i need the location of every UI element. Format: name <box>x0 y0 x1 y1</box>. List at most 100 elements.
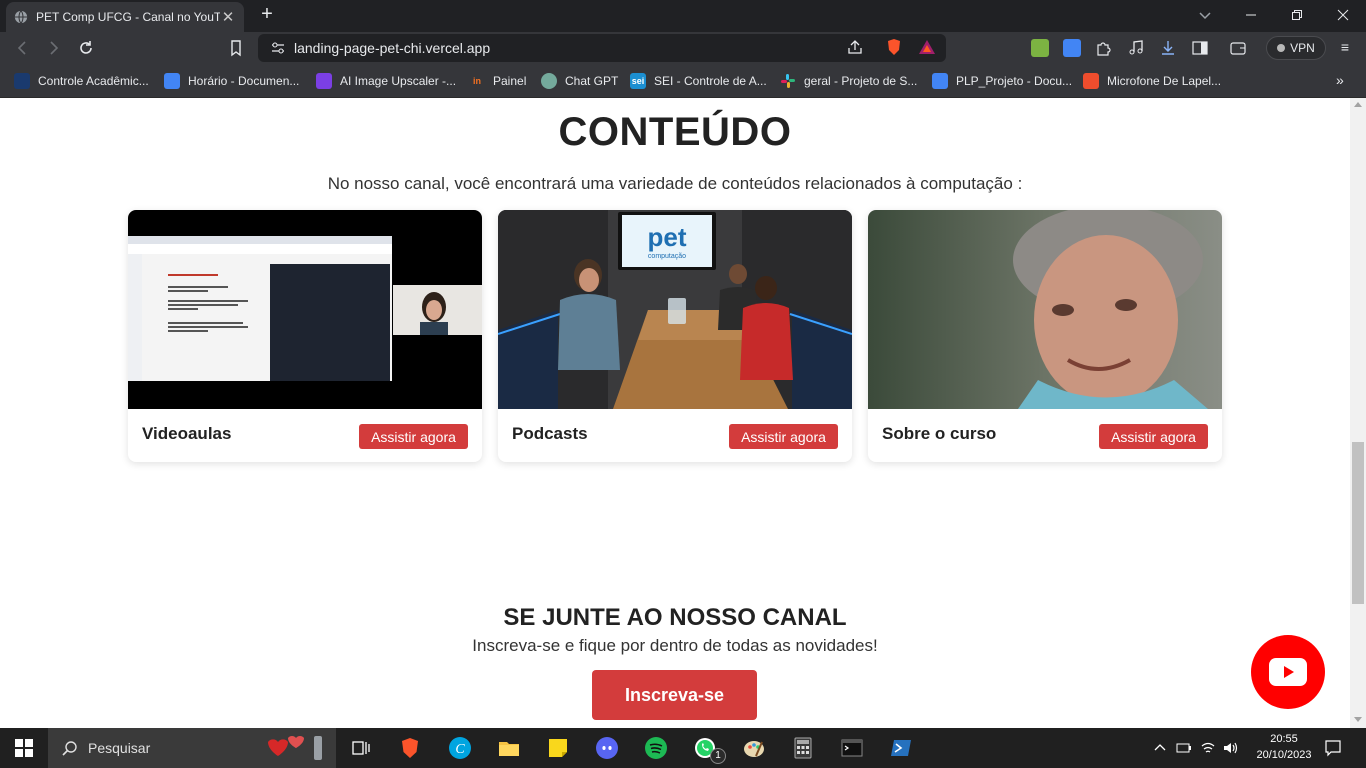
whatsapp-badge: 1 <box>710 748 726 764</box>
screen: PET Comp UFCG - Canal no YouTube ✕ + lan… <box>0 0 1366 768</box>
card-podcasts: pet computação Podcasts Assistir agora <box>498 210 852 462</box>
battery-icon[interactable] <box>1176 740 1192 756</box>
shopee-icon <box>1083 73 1099 89</box>
new-tab-button[interactable]: + <box>256 4 278 26</box>
watch-now-button[interactable]: Assistir agora <box>729 424 838 449</box>
upscaler-icon <box>316 73 332 89</box>
watch-now-button[interactable]: Assistir agora <box>359 424 468 449</box>
back-icon[interactable] <box>12 38 32 58</box>
translate-icon[interactable] <box>1063 39 1081 57</box>
spotify-icon[interactable] <box>644 736 668 760</box>
scroll-up-icon[interactable] <box>1354 102 1362 107</box>
brave-shields-icon[interactable] <box>885 38 903 56</box>
chevron-down-icon[interactable] <box>1196 6 1214 24</box>
restore-button[interactable] <box>1274 0 1320 30</box>
bookmark-icon[interactable] <box>226 38 246 58</box>
card-label: Sobre o curso <box>882 424 997 443</box>
download-icon[interactable] <box>1159 39 1177 57</box>
youtube-icon <box>1269 658 1307 686</box>
address-bar[interactable]: landing-page-pet-chi.vercel.app <box>258 34 946 62</box>
chatgpt-icon <box>541 73 557 89</box>
youtube-floating-button[interactable] <box>1251 635 1325 709</box>
bookmark-chatgpt[interactable]: Chat GPT <box>541 72 618 90</box>
system-clock[interactable]: 20:55 20/10/2023 <box>1256 731 1312 763</box>
close-window-button[interactable] <box>1320 0 1366 30</box>
bookmark-label: Chat GPT <box>565 74 619 88</box>
podcasts-thumbnail[interactable]: pet computação <box>498 210 852 409</box>
bookmark-sei[interactable]: sei SEI - Controle de A... <box>630 72 767 90</box>
bookmark-geral-slack[interactable]: geral - Projeto de S... <box>780 72 917 90</box>
sidebar-icon[interactable] <box>1191 39 1209 57</box>
taskbar: Pesquisar C 1 20:55 20/10/2023 <box>0 728 1366 768</box>
brave-rewards-icon[interactable] <box>918 38 936 56</box>
task-view-icon[interactable] <box>349 736 373 760</box>
bookmark-controle-academico[interactable]: Controle Acadêmic... <box>14 72 149 90</box>
powershell-icon[interactable] <box>889 736 913 760</box>
share-icon[interactable] <box>846 38 864 56</box>
section-title: CONTEÚDO <box>558 110 792 154</box>
web-page: CONTEÚDO No nosso canal, você encontrará… <box>0 98 1350 728</box>
subscribe-button[interactable]: Inscreva-se <box>592 670 757 720</box>
canva-icon[interactable]: C <box>448 736 472 760</box>
volume-icon[interactable] <box>1222 740 1238 756</box>
vpn-label: VPN <box>1290 41 1315 55</box>
close-tab-icon[interactable]: ✕ <box>220 8 236 26</box>
search-icon <box>62 741 77 756</box>
reload-icon[interactable] <box>76 38 96 58</box>
bookmark-label: AI Image Upscaler -... <box>340 74 457 88</box>
scrollbar-thumb[interactable] <box>1352 442 1364 604</box>
chevron-up-icon[interactable] <box>1152 740 1168 756</box>
file-explorer-icon[interactable] <box>497 736 521 760</box>
bookmark-label: Microfone De Lapel... <box>1107 74 1222 88</box>
music-icon[interactable] <box>1127 39 1145 57</box>
calculator-icon[interactable] <box>791 736 815 760</box>
section-subtitle: No nosso canal, você encontrará uma vari… <box>327 174 1023 193</box>
sticky-notes-icon[interactable] <box>546 736 570 760</box>
bookmark-label: Painel <box>493 74 527 88</box>
discord-icon[interactable] <box>595 736 619 760</box>
google-docs-icon <box>932 73 948 89</box>
taskbar-search[interactable]: Pesquisar <box>48 728 336 768</box>
more-bookmarks-icon[interactable]: » <box>1336 72 1344 88</box>
videoaulas-thumbnail[interactable] <box>128 210 482 409</box>
bookmarks-bar: Controle Acadêmic... Horário - Documen..… <box>0 64 1366 98</box>
watch-now-button[interactable]: Assistir agora <box>1099 424 1208 449</box>
extensions-puzzle-icon[interactable] <box>1095 39 1113 57</box>
bookmark-horario[interactable]: Horário - Documen... <box>164 72 299 90</box>
ufcg-icon <box>14 73 30 89</box>
podcast-logo-sub: computação <box>648 253 686 260</box>
svg-text:C: C <box>455 742 465 757</box>
search-placeholder: Pesquisar <box>88 740 151 756</box>
page-scrollbar[interactable] <box>1350 98 1366 728</box>
browser-toolbar: landing-page-pet-chi.vercel.app VPN ≡ <box>0 32 1366 64</box>
wifi-icon[interactable] <box>1200 740 1216 756</box>
start-button[interactable] <box>0 728 48 768</box>
paint-icon[interactable] <box>742 736 766 760</box>
tab-title: PET Comp UFCG - Canal no YouTube <box>36 10 220 24</box>
browser-tab[interactable]: PET Comp UFCG - Canal no YouTube ✕ <box>6 2 244 32</box>
podcast-logo: pet <box>648 222 687 252</box>
menu-icon[interactable]: ≡ <box>1336 39 1354 57</box>
windows-icon <box>15 739 33 757</box>
minimize-icon <box>1246 14 1256 16</box>
bookmark-microfone[interactable]: Microfone De Lapel... <box>1083 72 1221 90</box>
extension-icon[interactable] <box>1031 39 1049 57</box>
site-info-icon[interactable] <box>270 40 286 56</box>
sobre-o-curso-thumbnail[interactable] <box>868 210 1222 409</box>
bookmark-painel[interactable]: in Painel <box>469 72 526 90</box>
minimize-button[interactable] <box>1228 0 1274 30</box>
vpn-status-icon <box>1277 44 1286 52</box>
notification-icon[interactable] <box>1324 739 1342 757</box>
bookmark-label: geral - Projeto de S... <box>804 74 918 88</box>
brave-icon[interactable] <box>398 736 422 760</box>
card-label: Videoaulas <box>142 424 232 443</box>
wallet-icon[interactable] <box>1229 39 1247 57</box>
forward-icon[interactable] <box>44 38 64 58</box>
clock-time: 20:55 <box>1270 733 1298 745</box>
bookmark-ai-upscaler[interactable]: AI Image Upscaler -... <box>316 72 456 90</box>
vpn-button[interactable]: VPN <box>1266 36 1326 60</box>
terminal-icon[interactable] <box>840 736 864 760</box>
bookmark-plp-projeto[interactable]: PLP_Projeto - Docu... <box>932 72 1072 90</box>
scroll-down-icon[interactable] <box>1354 717 1362 722</box>
card-sobre-o-curso: Sobre o curso Assistir agora <box>868 210 1222 462</box>
